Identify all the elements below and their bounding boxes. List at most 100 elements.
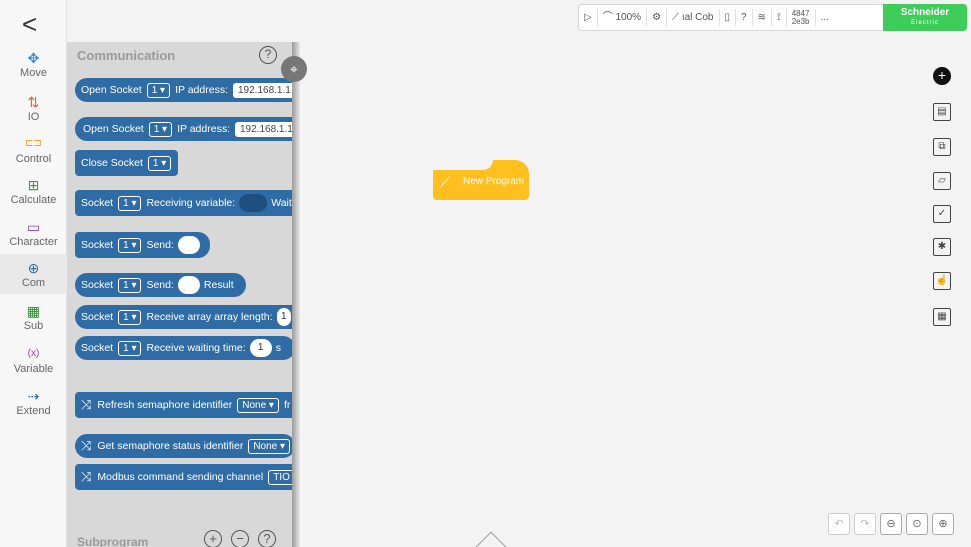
checkbox-icon[interactable]: ✓ — [933, 205, 951, 223]
open-socket-block[interactable]: Open Socket 1 ▾ IP address: 192.168.1.1 — [75, 117, 295, 141]
character-icon: ▭ — [26, 219, 41, 235]
array-length-field[interactable]: 1 — [276, 308, 291, 326]
socket-dropdown[interactable]: 1 ▾ — [148, 121, 173, 137]
help-icon[interactable]: ? — [736, 9, 753, 26]
ip-field[interactable]: 192.168.1.1 — [232, 82, 295, 98]
block-label: Socket — [81, 311, 114, 323]
nav-item-sub[interactable]: ▦ Sub — [0, 303, 67, 337]
semaphore-dropdown[interactable]: None ▾ — [237, 397, 279, 413]
nav-item-control[interactable]: ⊏⊐ Control — [0, 136, 67, 170]
pin-icon[interactable]: ⌖ — [281, 56, 307, 82]
play-icon[interactable]: ▷ — [579, 9, 598, 26]
variable-slot[interactable] — [239, 194, 268, 212]
open-socket-block[interactable]: Open Socket 1 ▾ IP address: 192.168.1.1 — [75, 78, 295, 102]
device-id: 4847 2e3b — [787, 9, 816, 26]
socket-dropdown[interactable]: 1 ▾ — [118, 340, 142, 356]
socket-dropdown[interactable]: 1 ▾ — [146, 82, 171, 98]
socket-dropdown[interactable]: 1 ▾ — [118, 309, 142, 325]
add-circle-icon[interactable]: + — [204, 530, 222, 547]
block-label: Socket — [81, 239, 114, 251]
robot-arm-icon: ⟋ — [440, 174, 450, 190]
settings-icon[interactable]: ⚙ — [647, 9, 668, 26]
nav-item-variable[interactable]: (x) Variable — [0, 346, 67, 380]
receive-wait-block[interactable]: Socket 1 ▾ Receive waiting time: 1 s — [75, 336, 295, 360]
device-id-bottom: 2e3b — [791, 17, 810, 26]
block-label: Open Socket — [81, 84, 142, 96]
nav-item-move[interactable]: ✥ Move — [0, 50, 67, 84]
block-label: fr — [283, 399, 291, 411]
new-program-block[interactable]: ⟋ New Program — [433, 160, 529, 200]
send-slot[interactable] — [177, 236, 200, 254]
nav-item-calculate[interactable]: ⊞ Calculate — [0, 177, 67, 211]
wait-time-field[interactable]: 1 — [249, 339, 272, 357]
block-label: Modbus command sending channel — [97, 471, 264, 483]
calculator-icon[interactable]: ▦ — [933, 308, 951, 326]
shuffle-icon: ⤨ — [81, 438, 92, 453]
zoom-reset-icon[interactable]: ⊖ — [880, 513, 902, 535]
nav-label: Character — [9, 236, 58, 248]
back-button[interactable]: < — [22, 11, 37, 37]
globe-icon: ⊕ — [27, 260, 40, 276]
subprogram-title: Subprogram — [77, 535, 149, 547]
zoom-in-icon[interactable]: ⊙ — [906, 513, 928, 535]
modbus-channel-block[interactable]: ⤨ Modbus command sending channel TIO R — [75, 464, 295, 490]
save-as-icon[interactable]: ⧉ — [933, 138, 951, 156]
channel-dropdown[interactable]: TIO R — [268, 469, 295, 485]
add-icon[interactable]: + — [933, 67, 951, 85]
shuffle-icon: ⤨ — [81, 397, 92, 412]
wifi-icon[interactable]: ≋ — [753, 9, 772, 26]
palette-divider — [292, 42, 300, 547]
nav-label: Control — [15, 153, 52, 165]
brand-sub: Electric — [911, 20, 939, 26]
nav-label: IO — [27, 111, 40, 123]
refresh-semaphore-block[interactable]: ⤨ Refresh semaphore identifier None ▾ fr — [75, 392, 295, 418]
block-label: Receive waiting time: — [146, 342, 246, 354]
block-label: Get semaphore status identifier — [97, 440, 244, 452]
socket-dropdown[interactable]: 1 ▾ — [118, 277, 142, 293]
chevron-up-icon[interactable] — [475, 531, 507, 547]
zoom-out-icon[interactable]: ⊕ — [932, 513, 954, 535]
semaphore-dropdown[interactable]: None ▾ — [248, 438, 291, 454]
brand-logo: Schneider Electric — [883, 4, 967, 31]
calculate-icon: ⊞ — [27, 177, 40, 193]
hand-icon[interactable]: ☝ — [933, 272, 951, 290]
shuffle-icon: ⤨ — [81, 469, 92, 484]
socket-dropdown[interactable]: 1 ▾ — [118, 237, 142, 253]
save-icon[interactable]: ▤ — [933, 103, 951, 121]
left-nav: < ✥ Move ⇅ IO ⊏⊐ Control ⊞ Calculate ▭ C… — [0, 0, 67, 547]
more-button[interactable]: ... — [816, 9, 834, 26]
nav-item-extend[interactable]: ⇢ Extend — [0, 388, 67, 422]
control-icon: ⊏⊐ — [25, 138, 42, 149]
remove-circle-icon[interactable]: − — [231, 530, 249, 547]
socket-send-result-block[interactable]: Socket 1 ▾ Send: Result — [75, 273, 246, 297]
socket-send-block[interactable]: Socket 1 ▾ Send: — [75, 232, 210, 258]
block-label: Result — [203, 279, 234, 291]
grid-icon: ▦ — [26, 303, 41, 319]
send-slot[interactable] — [177, 276, 200, 294]
nav-item-com[interactable]: ⊕ Com — [0, 254, 67, 294]
shield-icon[interactable]: ✱ — [933, 238, 951, 256]
redo-icon[interactable]: ↷ — [854, 513, 876, 535]
clipboard-icon[interactable]: ▯ — [720, 9, 737, 26]
close-socket-block[interactable]: Close Socket 1 ▾ — [75, 150, 178, 176]
socket-dropdown[interactable]: 1 ▾ — [147, 155, 172, 171]
nav-item-io[interactable]: ⇅ IO — [0, 94, 67, 128]
folder-icon[interactable]: ▱ — [933, 172, 951, 190]
block-label: IP address: — [175, 84, 228, 96]
robot-selector[interactable]: ⟋ ıal Cob — [667, 9, 720, 26]
block-palette: Communication ? Open Socket 1 ▾ IP addre… — [67, 42, 295, 547]
receive-array-block[interactable]: Socket 1 ▾ Receive array array length: 1 — [75, 305, 295, 329]
status-bar: ▷ ⌒ 100% ⚙ ⟋ ıal Cob ▯ ? ≋ ⟟ 4847 2e3b ..… — [578, 4, 968, 31]
nav-item-character[interactable]: ▭ Character — [0, 219, 67, 253]
receive-variable-block[interactable]: Socket 1 ▾ Receiving variable: Waiti — [75, 190, 295, 216]
get-semaphore-block[interactable]: ⤨ Get semaphore status identifier None ▾ — [75, 434, 295, 458]
block-label: IP address: — [177, 123, 230, 135]
help-icon[interactable]: ? — [258, 530, 276, 547]
nav-label: Com — [21, 277, 46, 289]
help-icon[interactable]: ? — [259, 46, 277, 64]
robot-status-icon[interactable]: ⟟ — [772, 9, 787, 26]
speed-indicator[interactable]: ⌒ 100% — [598, 9, 648, 26]
socket-dropdown[interactable]: 1 ▾ — [118, 195, 142, 211]
ip-field[interactable]: 192.168.1.1 — [234, 121, 295, 137]
undo-icon[interactable]: ↶ — [828, 513, 850, 535]
